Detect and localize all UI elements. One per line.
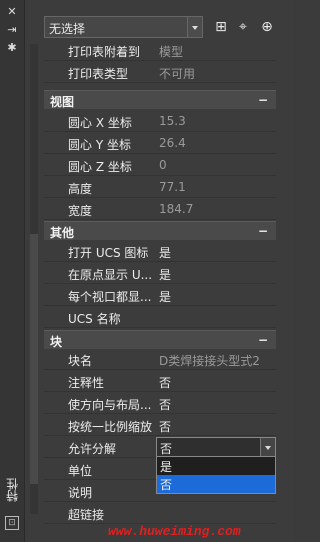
property-label: 在原点显示 U... xyxy=(68,268,153,282)
dropdown-option-yes[interactable]: 是 xyxy=(157,457,275,475)
allow-explode-options: 是 否 xyxy=(156,456,276,494)
property-value: 否 xyxy=(159,398,172,412)
property-label: 圆心 Z 坐标 xyxy=(68,160,132,174)
pickadd-toggle-icon[interactable]: ⊕ xyxy=(258,18,276,36)
collapse-icon[interactable]: − xyxy=(258,93,268,107)
properties-palette: ✕ ⇥ ✱ 特性 ⊡ 无选择 ⊞ ⌖ ⊕ 打印表附着到 模型 打印表类型 不可用… xyxy=(0,0,293,542)
property-grid: 打印表附着到 模型 打印表类型 不可用 视图 − 圆心 X 坐标 15.3 圆心… xyxy=(44,40,276,524)
property-label: 高度 xyxy=(68,182,93,196)
property-value: 不可用 xyxy=(159,67,196,81)
chevron-down-icon[interactable] xyxy=(187,17,202,37)
watermark: www.huweiming.com xyxy=(108,524,241,539)
property-label: 说明 xyxy=(68,486,93,500)
property-row[interactable]: UCS 名称 xyxy=(44,307,276,328)
section-header-other[interactable]: 其他 − xyxy=(44,221,276,240)
collapse-icon[interactable]: − xyxy=(258,333,268,347)
collapse-icon[interactable]: − xyxy=(258,224,268,238)
property-value: 是 xyxy=(159,268,172,282)
property-row[interactable]: 圆心 X 坐标 15.3 xyxy=(44,111,276,132)
allow-explode-dropdown[interactable]: 否 xyxy=(156,437,276,458)
close-icon[interactable]: ✕ xyxy=(6,6,18,18)
property-label: 使方向与布局... xyxy=(68,398,152,412)
property-label: 打印表附着到 xyxy=(68,45,141,59)
property-value: 是 xyxy=(159,246,172,260)
property-label: UCS 名称 xyxy=(68,312,121,326)
property-row[interactable]: 按统一比例缩放 否 xyxy=(44,415,276,436)
property-label: 宽度 xyxy=(68,204,93,218)
dropdown-value: 否 xyxy=(160,442,173,456)
scrollbar[interactable] xyxy=(30,44,38,514)
section-title: 其他 xyxy=(50,226,75,240)
selection-dropdown-value: 无选择 xyxy=(49,22,86,36)
property-value: 否 xyxy=(159,376,172,390)
property-value: 26.4 xyxy=(159,136,186,150)
property-label: 注释性 xyxy=(68,376,105,390)
scrollbar-thumb[interactable] xyxy=(30,234,38,484)
property-row[interactable]: 超链接 xyxy=(44,503,276,524)
property-row[interactable]: 使方向与布局... 否 xyxy=(44,393,276,414)
property-row[interactable]: 圆心 Y 坐标 26.4 xyxy=(44,133,276,154)
property-label: 每个视口都显... xyxy=(68,290,152,304)
property-row[interactable]: 块名 D类焊接接头型式2 xyxy=(44,349,276,370)
property-label: 圆心 X 坐标 xyxy=(68,116,132,130)
property-label: 超链接 xyxy=(68,508,105,522)
property-value: 0 xyxy=(159,158,167,172)
property-row[interactable]: 打印表类型 不可用 xyxy=(44,62,276,83)
section-title: 视图 xyxy=(50,95,75,109)
property-value: 模型 xyxy=(159,45,184,59)
property-value: 184.7 xyxy=(159,202,194,216)
palette-title-strip[interactable]: ✕ ⇥ ✱ 特性 ⊡ xyxy=(0,0,25,542)
property-row[interactable]: 打开 UCS 图标 是 xyxy=(44,241,276,262)
property-label: 允许分解 xyxy=(68,442,117,456)
palette-title: 特性 xyxy=(5,478,20,502)
property-row[interactable]: 宽度 184.7 xyxy=(44,199,276,220)
section-header-view[interactable]: 视图 − xyxy=(44,90,276,109)
property-value: 是 xyxy=(159,290,172,304)
chevron-down-icon[interactable] xyxy=(260,438,275,457)
property-value: 否 xyxy=(159,420,172,434)
property-value: 77.1 xyxy=(159,180,186,194)
property-label: 打开 UCS 图标 xyxy=(68,246,149,260)
property-label: 打印表类型 xyxy=(68,67,129,81)
property-label: 块名 xyxy=(68,354,93,368)
property-row[interactable]: 在原点显示 U... 是 xyxy=(44,263,276,284)
selection-dropdown[interactable]: 无选择 xyxy=(44,16,203,38)
property-row[interactable]: 打印表附着到 模型 xyxy=(44,40,276,61)
settings-icon[interactable]: ✱ xyxy=(6,42,18,54)
property-label: 圆心 Y 坐标 xyxy=(68,138,131,152)
palette-menu-icon[interactable]: ⊡ xyxy=(5,516,19,530)
select-objects-icon[interactable]: ⌖ xyxy=(234,18,252,36)
dropdown-option-no[interactable]: 否 xyxy=(157,475,275,493)
property-row[interactable]: 圆心 Z 坐标 0 xyxy=(44,155,276,176)
property-label: 单位 xyxy=(68,464,93,478)
property-row[interactable]: 每个视口都显... 是 xyxy=(44,285,276,306)
property-label: 按统一比例缩放 xyxy=(68,420,153,434)
property-row[interactable]: 注释性 否 xyxy=(44,371,276,392)
property-row[interactable]: 高度 77.1 xyxy=(44,177,276,198)
section-title: 块 xyxy=(50,335,63,349)
property-value: 15.3 xyxy=(159,114,186,128)
quick-select-icon[interactable]: ⊞ xyxy=(212,18,230,36)
section-header-block[interactable]: 块 − xyxy=(44,330,276,349)
pin-icon[interactable]: ⇥ xyxy=(6,24,18,36)
property-value: D类焊接接头型式2 xyxy=(159,354,260,368)
